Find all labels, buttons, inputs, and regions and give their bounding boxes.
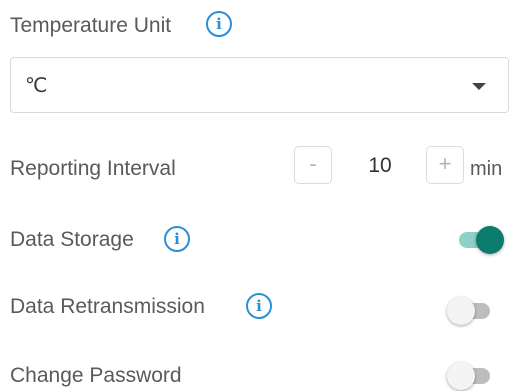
- toggle-knob: [447, 362, 475, 390]
- info-icon[interactable]: i: [164, 226, 190, 252]
- toggle-knob: [476, 226, 504, 254]
- reporting-interval-label: Reporting Interval: [10, 157, 176, 180]
- temperature-unit-select[interactable]: ℃: [10, 57, 509, 113]
- data-storage-label: Data Storage: [10, 228, 134, 251]
- toggle-knob: [447, 297, 475, 325]
- decrement-button[interactable]: -: [294, 146, 332, 184]
- interval-unit-label: min: [470, 158, 503, 180]
- data-retransmission-toggle[interactable]: [447, 296, 495, 326]
- data-retransmission-label: Data Retransmission: [10, 295, 205, 318]
- data-storage-toggle[interactable]: [456, 225, 504, 255]
- change-password-toggle[interactable]: [447, 361, 495, 391]
- increment-button[interactable]: +: [426, 146, 464, 184]
- temperature-unit-label: Temperature Unit: [10, 14, 172, 37]
- info-icon[interactable]: i: [246, 293, 272, 319]
- reporting-interval-value[interactable]: 10: [352, 154, 408, 178]
- temperature-unit-value: ℃: [25, 75, 48, 97]
- change-password-label: Change Password: [10, 364, 182, 387]
- chevron-down-icon: [472, 83, 486, 90]
- info-icon[interactable]: i: [206, 11, 232, 37]
